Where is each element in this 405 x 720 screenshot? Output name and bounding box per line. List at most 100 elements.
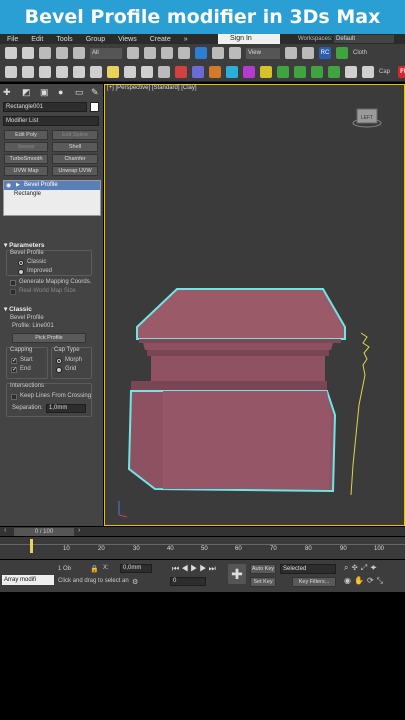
- lock-selection-icon[interactable]: 🔒: [90, 565, 99, 573]
- set-key-button[interactable]: Set Key: [250, 577, 276, 587]
- motion-tab-icon[interactable]: ●: [58, 87, 63, 97]
- real-world-map-checkbox[interactable]: [10, 289, 16, 295]
- classic-radio[interactable]: [18, 260, 24, 266]
- edit-spline-button[interactable]: Edit Spline: [52, 130, 98, 140]
- set-keys-icon[interactable]: ✚: [228, 564, 246, 584]
- snaps-toggle-icon[interactable]: [302, 47, 314, 59]
- create-tab-icon[interactable]: ✚: [3, 87, 11, 98]
- rc-button-icon[interactable]: RC: [319, 47, 331, 59]
- select-and-rotate-icon[interactable]: [212, 47, 224, 59]
- percent-snap-icon[interactable]: [39, 65, 51, 78]
- classic-rollout-header[interactable]: ▾ Classic: [4, 305, 98, 313]
- material-editor-icon[interactable]: [175, 65, 187, 78]
- fp-button-icon[interactable]: FP: [398, 65, 405, 78]
- time-config-icon[interactable]: ⚙: [132, 578, 138, 586]
- select-object-icon[interactable]: [127, 47, 139, 59]
- texture-icon[interactable]: [311, 65, 323, 78]
- parameters-rollout-header[interactable]: ▾ Parameters: [4, 241, 98, 249]
- keyframe-marker[interactable]: [30, 539, 33, 553]
- x-coordinate-field[interactable]: 0,0mm: [120, 564, 152, 573]
- auto-key-button[interactable]: Auto Key: [250, 564, 276, 574]
- reference-coordinate-dropdown[interactable]: View: [246, 47, 280, 59]
- window-crossing-icon[interactable]: [178, 47, 190, 59]
- object-name-field[interactable]: Rectangle001: [3, 102, 87, 112]
- select-and-move-icon[interactable]: [195, 47, 207, 59]
- prev-frame-icon[interactable]: ‹: [4, 527, 6, 534]
- profile-spline-line[interactable]: [350, 332, 370, 496]
- layer-explorer-icon[interactable]: [336, 47, 348, 59]
- track-bar[interactable]: 10 20 30 40 50 60 70 80 90 100: [0, 537, 405, 559]
- separation-spinner[interactable]: 1,0mm: [46, 404, 86, 413]
- spinner-snap-icon[interactable]: [56, 65, 68, 78]
- select-by-name-icon[interactable]: [144, 47, 156, 59]
- uvw-map-button[interactable]: UVW Map: [4, 166, 48, 176]
- snap-icon[interactable]: [5, 65, 17, 78]
- key-filters-button[interactable]: Key Filters...: [292, 577, 336, 587]
- viewport-nav-icons-row2[interactable]: ◉✋⟳⤡: [344, 576, 386, 586]
- playback-controls-icon[interactable]: ⏮◀▶▶⏭: [172, 564, 218, 574]
- redo-icon[interactable]: [22, 47, 34, 59]
- hierarchy-tab-icon[interactable]: ▣: [40, 87, 49, 98]
- viewcube-icon[interactable]: LEFT: [352, 108, 382, 128]
- sign-in-button[interactable]: Sign In: [218, 34, 280, 44]
- render-production-icon[interactable]: [260, 65, 272, 78]
- environment-icon[interactable]: [277, 65, 289, 78]
- pivot-center-icon[interactable]: [285, 47, 297, 59]
- bind-space-warp-icon[interactable]: [73, 47, 85, 59]
- link-icon[interactable]: [39, 47, 51, 59]
- arnold-icon[interactable]: [243, 65, 255, 78]
- eye-visibility-icon[interactable]: ◉: [6, 182, 11, 189]
- utilities-tab-icon[interactable]: ✎: [91, 87, 99, 98]
- effects-icon[interactable]: [328, 65, 340, 78]
- turbosmooth-button[interactable]: TurboSmooth: [4, 154, 48, 164]
- next-frame-icon[interactable]: ›: [78, 527, 80, 534]
- key-set-dropdown[interactable]: Selected: [280, 564, 336, 574]
- pick-profile-button[interactable]: Pick Profile: [12, 333, 86, 343]
- current-frame-field[interactable]: 0: [170, 577, 206, 586]
- beveled-box-object[interactable]: [127, 288, 346, 493]
- perspective-viewport[interactable]: [+] [Perspective] [Standard] [Clay] LEFT: [104, 84, 405, 526]
- start-checkbox[interactable]: ✓: [11, 358, 17, 364]
- help-icon[interactable]: [141, 65, 153, 78]
- grid-radio[interactable]: [56, 367, 62, 373]
- unlink-icon[interactable]: [56, 47, 68, 59]
- sweep-button[interactable]: Sweep: [4, 142, 48, 152]
- chamfer-button[interactable]: Chamfer: [52, 154, 98, 164]
- edit-named-selection-icon[interactable]: [73, 65, 85, 78]
- improved-radio[interactable]: [18, 269, 24, 275]
- generate-mapping-checkbox[interactable]: [10, 280, 16, 286]
- selection-filter-dropdown[interactable]: All: [90, 47, 122, 59]
- mirror-icon[interactable]: [90, 65, 102, 78]
- menu-more[interactable]: »: [184, 36, 188, 43]
- undo-icon[interactable]: [5, 47, 17, 59]
- rectangle-selection-icon[interactable]: [161, 47, 173, 59]
- align-icon[interactable]: [107, 65, 119, 78]
- render-frame-icon[interactable]: [209, 65, 221, 78]
- unwrap-uvw-button[interactable]: Unwrap UVW: [52, 166, 98, 176]
- menu-edit[interactable]: Edit: [31, 36, 43, 43]
- shell-button[interactable]: Shell: [52, 142, 98, 152]
- time-slider[interactable]: 0 / 100: [14, 528, 74, 536]
- menu-create[interactable]: Create: [150, 36, 171, 43]
- keep-lines-checkbox[interactable]: [11, 394, 17, 400]
- viewport-nav-icons[interactable]: ⌕✥⤢✦: [344, 563, 380, 573]
- grid-icon[interactable]: [294, 65, 306, 78]
- object-color-swatch[interactable]: [90, 102, 99, 112]
- expand-arrow-icon[interactable]: ▶: [16, 182, 20, 188]
- pause-icon[interactable]: [362, 65, 374, 78]
- menu-views[interactable]: Views: [118, 36, 137, 43]
- render-icon[interactable]: [226, 65, 238, 78]
- stack-item-rectangle[interactable]: Rectangle: [14, 191, 41, 197]
- curve-editor-icon[interactable]: [158, 65, 170, 78]
- morph-radio[interactable]: [56, 358, 62, 364]
- menu-file[interactable]: File: [7, 36, 18, 43]
- angle-snap-icon[interactable]: [22, 65, 34, 78]
- menu-tools[interactable]: Tools: [56, 36, 72, 43]
- menu-group[interactable]: Group: [86, 36, 105, 43]
- workspaces-dropdown[interactable]: Default: [334, 35, 394, 43]
- maxscript-listener-field[interactable]: Array modifi: [2, 575, 54, 585]
- modify-tab-icon[interactable]: ◩: [22, 87, 31, 98]
- end-checkbox[interactable]: ✓: [11, 367, 17, 373]
- render-setup-icon[interactable]: [192, 65, 204, 78]
- edit-poly-button[interactable]: Edit Poly: [4, 130, 48, 140]
